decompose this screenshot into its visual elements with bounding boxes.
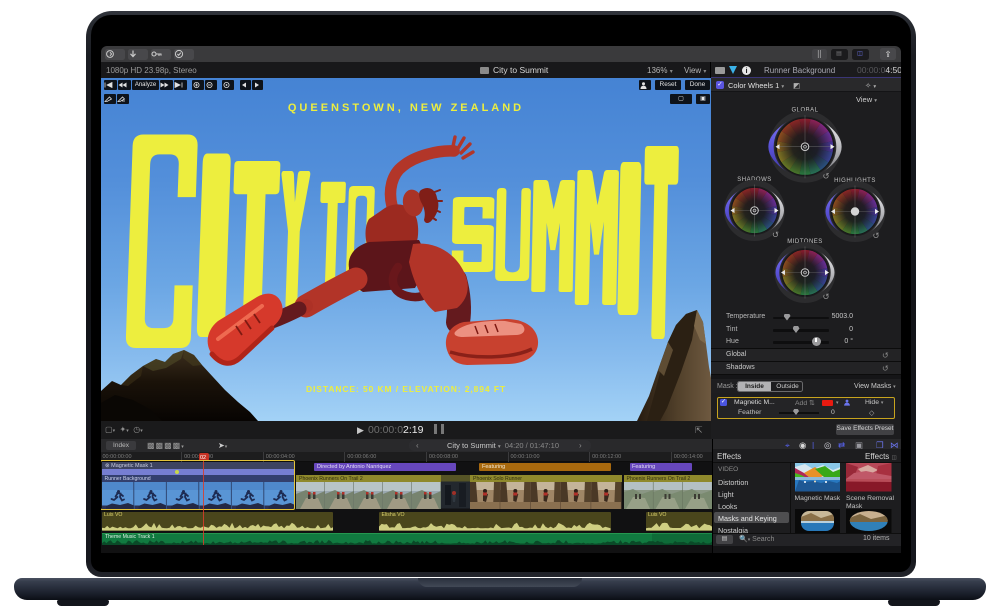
svg-text:↺: ↺ — [872, 231, 879, 241]
svg-text:↺: ↺ — [822, 292, 829, 302]
svg-text:↺: ↺ — [772, 230, 779, 240]
svg-text:↺: ↺ — [822, 171, 829, 181]
